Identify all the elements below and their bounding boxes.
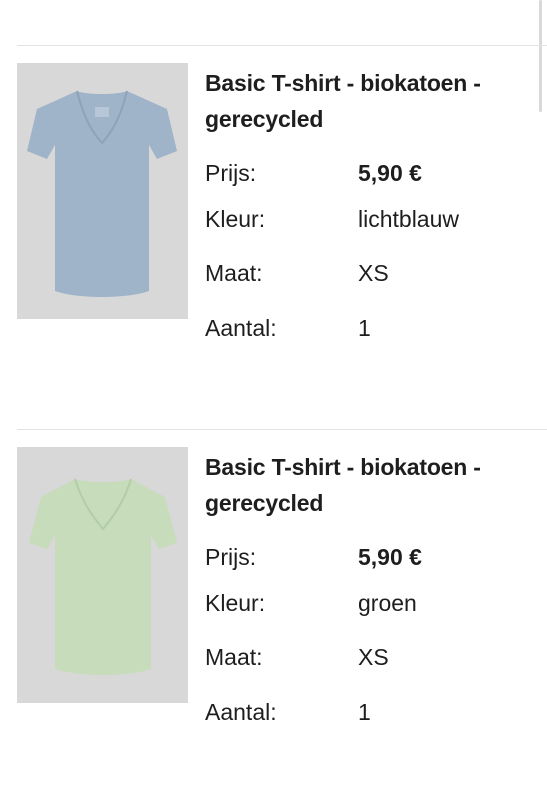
color-value: lichtblauw [358, 206, 459, 232]
size-value: XS [358, 644, 389, 670]
divider [17, 45, 547, 46]
quantity-label: Aantal: [205, 699, 277, 725]
cart-item: Basic T-shirt - biokatoen - gerecycled P… [0, 63, 547, 363]
color-label: Kleur: [205, 590, 266, 616]
price-value: 5,90 € [358, 160, 422, 186]
size-label: Maat: [205, 260, 263, 286]
quantity-label: Aantal: [205, 315, 277, 341]
price-value: 5,90 € [358, 544, 422, 570]
color-value: groen [358, 590, 417, 616]
quantity-value: 1 [358, 699, 371, 725]
size-row: Maat: XS [205, 641, 525, 673]
cart-item: Basic T-shirt - biokatoen - gerecycled P… [0, 447, 547, 747]
tshirt-image [29, 478, 177, 675]
price-label: Prijs: [205, 160, 257, 186]
size-value: XS [358, 260, 389, 286]
color-row: Kleur: groen [205, 587, 525, 619]
divider [17, 429, 547, 430]
size-label: Maat: [205, 644, 263, 670]
quantity-row: Aantal: 1 [205, 312, 525, 344]
price-label: Prijs: [205, 544, 257, 570]
price-row: Prijs: 5,90 € [205, 541, 525, 573]
product-title[interactable]: Basic T-shirt - biokatoen - gerecycled [205, 65, 525, 137]
quantity-row: Aantal: 1 [205, 696, 525, 728]
price-row: Prijs: 5,90 € [205, 157, 525, 189]
color-label: Kleur: [205, 206, 266, 232]
color-row: Kleur: lichtblauw [205, 203, 525, 235]
product-image[interactable] [17, 63, 188, 319]
size-row: Maat: XS [205, 257, 525, 289]
quantity-value: 1 [358, 315, 371, 341]
product-title[interactable]: Basic T-shirt - biokatoen - gerecycled [205, 449, 525, 521]
tshirt-image [27, 90, 177, 297]
product-image[interactable] [17, 447, 188, 703]
